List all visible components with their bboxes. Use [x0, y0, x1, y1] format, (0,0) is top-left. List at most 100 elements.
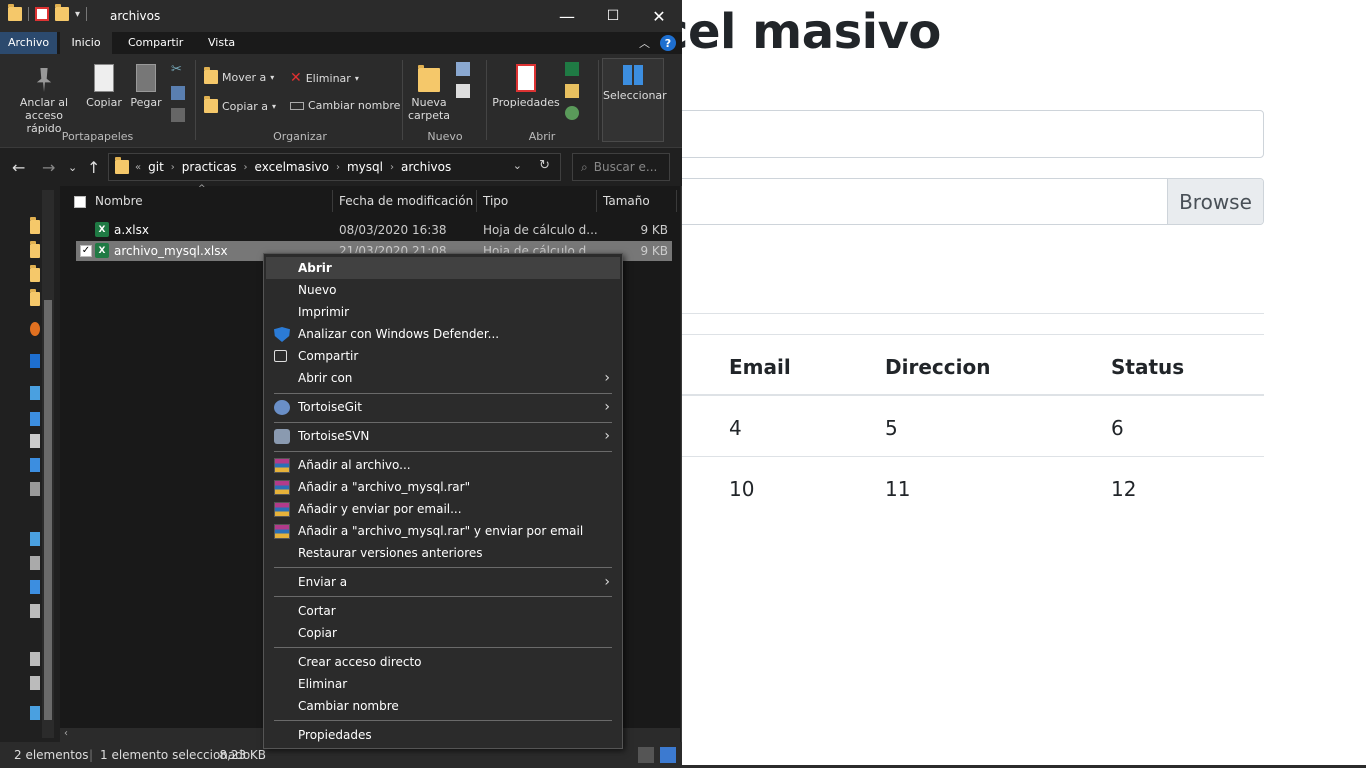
menu-item-cortar[interactable]: Cortar — [266, 600, 620, 622]
menu-item-windows-defender[interactable]: Analizar con Windows Defender... — [266, 323, 620, 345]
nav-scrollbar[interactable] — [42, 190, 54, 738]
refresh-icon[interactable]: ↻ — [539, 158, 550, 173]
column-fecha[interactable]: Fecha de modificación — [339, 194, 473, 208]
menu-item-crear-acceso-directo[interactable]: Crear acceso directo — [266, 651, 620, 673]
copy-button[interactable]: Copiar — [84, 64, 124, 109]
menu-item-tortoisegit[interactable]: TortoiseGit › — [266, 396, 620, 418]
text-input[interactable] — [640, 110, 1264, 158]
select-all-checkbox[interactable] — [74, 196, 86, 208]
nav-folder-icon[interactable] — [30, 241, 40, 258]
menu-item-nuevo[interactable]: Nuevo — [266, 279, 620, 301]
nav-scrollbar-thumb[interactable] — [44, 300, 52, 720]
nav-drive-icon[interactable] — [30, 652, 40, 666]
nav-pictures-icon[interactable] — [30, 482, 40, 496]
new-item-icon[interactable] — [456, 62, 470, 76]
menu-item-eliminar[interactable]: Eliminar — [266, 673, 620, 695]
tab-archivo[interactable]: Archivo — [0, 32, 58, 54]
open-excel-icon[interactable] — [565, 62, 579, 76]
nav-documents-icon[interactable] — [30, 434, 40, 448]
nav-network-icon[interactable] — [30, 706, 40, 720]
menu-item-anadir-archivo[interactable]: Añadir al archivo... — [266, 454, 620, 476]
paste-button[interactable]: Pegar — [126, 64, 166, 109]
scroll-left-icon[interactable]: ‹ — [64, 728, 68, 739]
nav-folder-icon[interactable] — [30, 217, 40, 234]
browse-button[interactable]: Browse — [1167, 179, 1263, 224]
nav-videos-icon[interactable] — [30, 556, 40, 570]
column-nombre[interactable]: Nombre — [95, 194, 143, 208]
nav-dropbox-icon[interactable] — [30, 354, 40, 368]
row-checkbox-checked[interactable]: ✓ — [80, 245, 92, 257]
breadcrumb-archivos[interactable]: archivos — [394, 160, 458, 174]
large-icons-view-icon[interactable] — [660, 747, 676, 763]
nav-music-icon[interactable] — [30, 580, 40, 594]
pin-quick-access-button[interactable]: Anclar al acceso rápido — [6, 64, 82, 135]
properties-button[interactable]: Propiedades — [490, 64, 562, 109]
menu-item-cambiar-nombre[interactable]: Cambiar nombre — [266, 695, 620, 717]
menu-item-copiar[interactable]: Copiar — [266, 622, 620, 644]
column-tipo[interactable]: Tipo — [483, 194, 508, 208]
collapse-ribbon-icon[interactable]: ︿ — [639, 35, 650, 51]
customize-qat-icon[interactable]: ▾ — [75, 9, 80, 20]
paste-shortcut-icon[interactable] — [171, 108, 185, 122]
menu-item-propiedades[interactable]: Propiedades — [266, 724, 620, 746]
column-separator[interactable] — [596, 190, 597, 212]
column-separator[interactable] — [332, 190, 333, 212]
menu-item-imprimir[interactable]: Imprimir — [266, 301, 620, 323]
menu-item-abrir-con[interactable]: Abrir con › — [266, 367, 620, 389]
details-view-icon[interactable] — [638, 747, 654, 763]
copy-path-icon[interactable] — [171, 86, 185, 100]
edit-icon[interactable] — [565, 84, 579, 98]
new-folder-icon[interactable] — [55, 4, 69, 21]
breadcrumb-excelmasivo[interactable]: excelmasivo — [248, 160, 336, 174]
breadcrumb-mysql[interactable]: mysql — [340, 160, 390, 174]
menu-item-restaurar-versiones[interactable]: Restaurar versiones anteriores — [266, 542, 620, 564]
new-folder-button[interactable]: Nueva carpeta — [406, 64, 452, 122]
recent-locations-icon[interactable]: ⌄ — [68, 161, 77, 174]
select-button[interactable]: Seleccionar — [602, 58, 667, 142]
history-icon[interactable] — [565, 106, 579, 120]
maximize-button[interactable]: ☐ — [590, 0, 636, 32]
nav-folder-icon[interactable] — [30, 289, 40, 306]
nav-folder-icon[interactable] — [30, 265, 40, 282]
address-dropdown-icon[interactable]: ⌄ — [513, 159, 522, 172]
file-input[interactable]: Browse — [640, 178, 1264, 225]
close-button[interactable]: ✕ — [636, 0, 682, 32]
move-to-button[interactable]: Mover a ▾ — [204, 67, 274, 84]
column-separator[interactable] — [476, 190, 477, 212]
menu-item-tortoisesvn[interactable]: TortoiseSVN › — [266, 425, 620, 447]
copy-to-button[interactable]: Copiar a ▾ — [204, 96, 276, 113]
menu-item-anadir-email[interactable]: Añadir y enviar por email... — [266, 498, 620, 520]
menu-item-enviar-a[interactable]: Enviar a › — [266, 571, 620, 593]
tab-compartir[interactable]: Compartir — [120, 32, 191, 54]
menu-item-anadir-rar-email[interactable]: Añadir a "archivo_mysql.rar" y enviar po… — [266, 520, 620, 542]
properties-icon[interactable] — [35, 7, 49, 21]
menu-item-abrir[interactable]: Abrir — [266, 257, 620, 279]
nav-drive-icon[interactable] — [30, 604, 40, 618]
column-tamano[interactable]: Tamaño — [603, 194, 650, 208]
breadcrumb-practicas[interactable]: practicas — [175, 160, 244, 174]
column-separator[interactable] — [676, 190, 677, 212]
forward-arrow-icon[interactable]: → — [42, 158, 55, 177]
nav-this-pc-icon[interactable] — [30, 386, 40, 400]
help-icon[interactable]: ? — [660, 35, 676, 51]
search-input[interactable]: ⌕ Buscar e... — [572, 153, 670, 181]
cut-icon[interactable]: ✂ — [171, 62, 185, 77]
nav-desktop-icon[interactable] — [30, 458, 40, 472]
tab-vista[interactable]: Vista — [200, 32, 243, 54]
nav-downloads-icon[interactable] — [30, 412, 40, 426]
minimize-button[interactable]: — — [544, 0, 590, 32]
delete-button[interactable]: ✕ Eliminar ▾ — [290, 70, 359, 86]
nav-drive-icon[interactable] — [30, 676, 40, 690]
menu-item-anadir-rar[interactable]: Añadir a "archivo_mysql.rar" — [266, 476, 620, 498]
tab-inicio[interactable]: Inicio — [60, 32, 112, 54]
nav-creative-cloud-icon[interactable] — [30, 322, 40, 336]
address-bar[interactable]: « git › practicas › excelmasivo › mysql … — [108, 153, 561, 181]
breadcrumb-git[interactable]: git — [141, 160, 171, 174]
file-row[interactable]: X a.xlsx 08/03/2020 16:38 Hoja de cálcul… — [76, 220, 672, 240]
easy-access-icon[interactable] — [456, 84, 470, 98]
nav-3d-objects-icon[interactable] — [30, 532, 40, 546]
menu-item-compartir[interactable]: Compartir — [266, 345, 620, 367]
back-arrow-icon[interactable]: ← — [12, 158, 25, 177]
up-arrow-icon[interactable]: ↑ — [87, 158, 100, 177]
rename-button[interactable]: Cambiar nombre — [290, 99, 400, 112]
